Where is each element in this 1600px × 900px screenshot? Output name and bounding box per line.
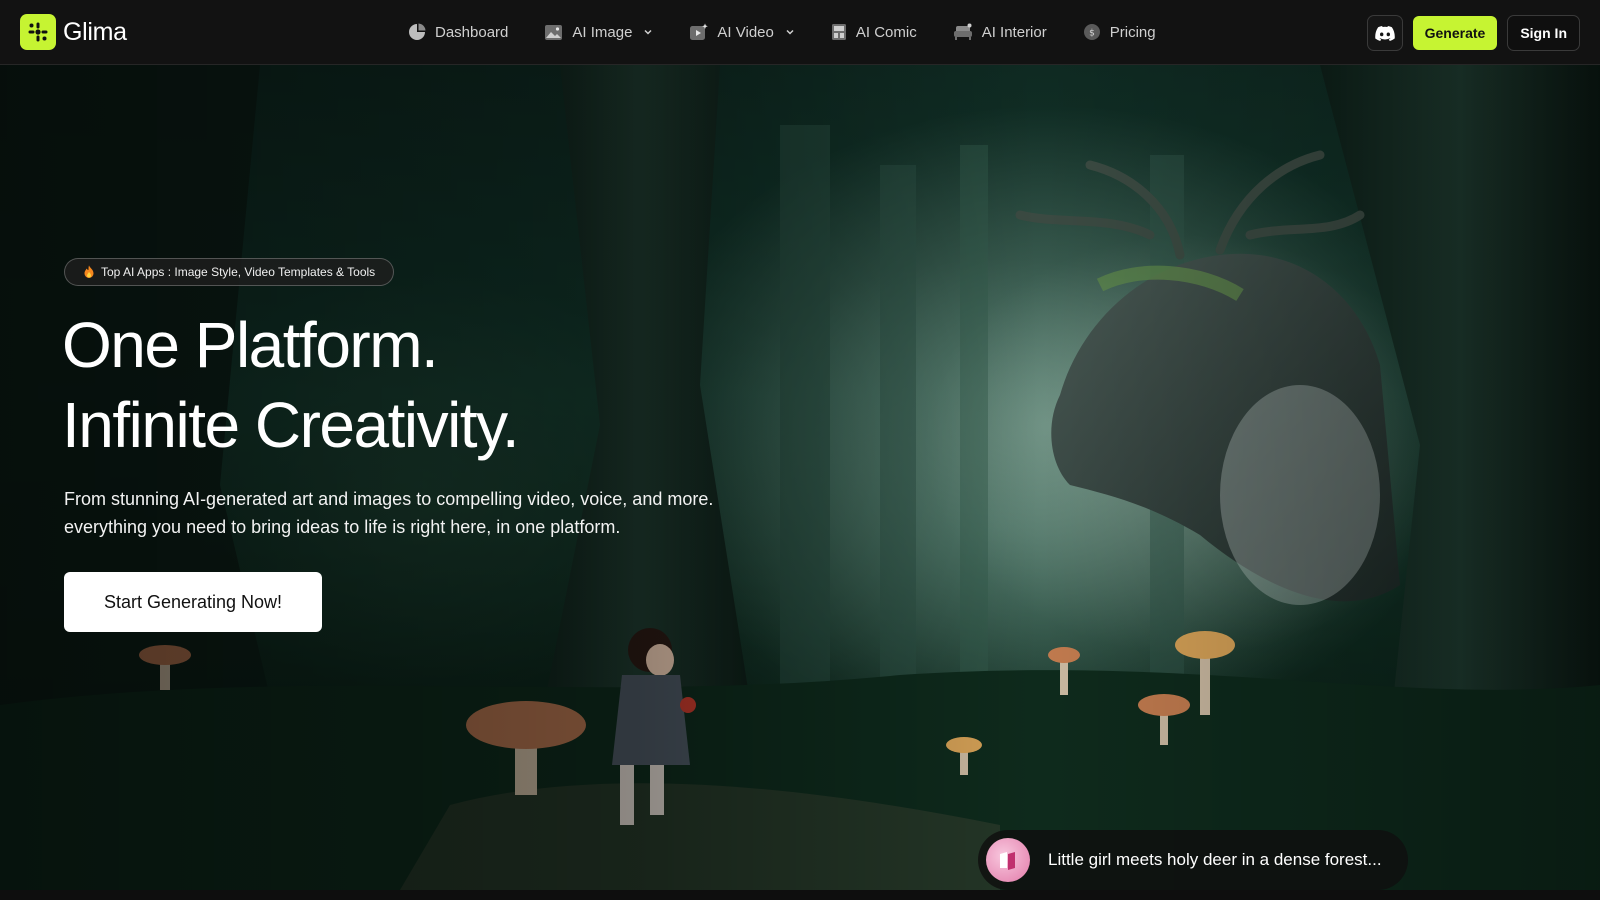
pie-chart-icon	[409, 23, 426, 40]
hero-headline: One Platform. Infinite Creativity.	[62, 305, 520, 465]
nav-item-label: AI Video	[717, 23, 774, 41]
top-nav: Glima Dashboard AI Image AI Video AI Com…	[0, 0, 1600, 65]
chevron-down-icon	[644, 29, 652, 35]
video-icon	[690, 23, 709, 40]
comic-icon	[831, 24, 846, 40]
nav-item-ai-video[interactable]: AI Video	[689, 23, 794, 41]
nav-item-label: AI Image	[572, 23, 633, 41]
hero-badge[interactable]: Top AI Apps : Image Style, Video Templat…	[64, 258, 395, 286]
fire-icon	[84, 265, 94, 278]
coin-icon: $	[1083, 24, 1100, 40]
prompt-caption[interactable]: Little girl meets holy deer in a dense f…	[978, 830, 1408, 890]
book-icon	[1000, 852, 1015, 870]
prompt-thumbnail	[986, 838, 1030, 882]
chevron-down-icon	[786, 29, 794, 35]
logo-mark-icon	[20, 14, 56, 50]
image-icon	[545, 24, 563, 40]
nav-actions: Generate Sign In	[1366, 15, 1580, 51]
nav-item-ai-interior[interactable]: AI Interior	[953, 23, 1047, 41]
nav-item-label: AI Comic	[855, 23, 917, 41]
hero-badge-text: Top AI Apps : Image Style, Video Templat…	[101, 265, 376, 279]
svg-text:$: $	[1089, 29, 1095, 39]
discord-button[interactable]	[1366, 15, 1403, 51]
brand-name: Glima	[63, 17, 127, 46]
hero-overlay	[0, 65, 1600, 890]
sofa-icon	[953, 23, 972, 40]
brand-logo[interactable]: Glima	[20, 14, 127, 50]
start-generating-button[interactable]: Start Generating Now!	[64, 572, 322, 632]
nav-item-ai-comic[interactable]: AI Comic	[831, 23, 917, 41]
nav-item-ai-image[interactable]: AI Image	[544, 24, 653, 41]
nav-item-pricing[interactable]: $ Pricing	[1083, 23, 1156, 41]
hero-section: Top AI Apps : Image Style, Video Templat…	[0, 65, 1600, 890]
prompt-text: Little girl meets holy deer in a dense f…	[1048, 850, 1382, 869]
nav-item-dashboard[interactable]: Dashboard	[408, 23, 508, 41]
nav-item-label: Pricing	[1109, 23, 1156, 41]
generate-button[interactable]: Generate	[1412, 16, 1498, 50]
headline-line-2: Infinite Creativity.	[62, 389, 520, 461]
sign-in-button[interactable]: Sign In	[1507, 15, 1580, 51]
nav-item-label: Dashboard	[435, 23, 509, 41]
page-bottom-strip	[0, 890, 1600, 900]
headline-line-1: One Platform.	[62, 309, 439, 381]
hero-description: From stunning AI-generated art and image…	[64, 489, 714, 537]
main-menu: Dashboard AI Image AI Video AI Comic AI …	[408, 0, 1192, 64]
discord-icon	[1374, 25, 1395, 41]
nav-item-label: AI Interior	[981, 23, 1047, 41]
